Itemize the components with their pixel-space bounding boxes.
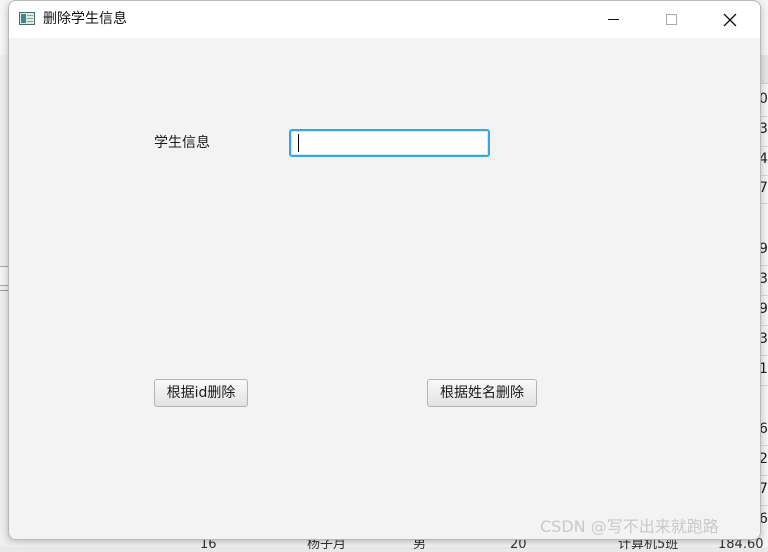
close-button[interactable] [701,1,759,38]
title-bar[interactable]: 删除学生信息 [9,1,760,38]
background-row-divider [760,445,768,446]
student-info-label: 学生信息 [154,135,210,151]
background-cell: 杨子月 [307,537,347,552]
background-row-divider [760,325,768,326]
background-row-divider [760,116,768,117]
background-row-divider [760,265,768,266]
dialog-content: 学生信息 根据id删除 根据姓名删除 [9,38,760,539]
background-row-divider [760,295,768,296]
background-row-divider [760,385,768,386]
maximize-button[interactable] [643,1,701,38]
background-cell: 16 [200,537,217,552]
delete-student-dialog: 删除学生信息 学生信息 根据id删除 根据姓名删除 [8,0,761,540]
background-cell: 20 [510,537,527,552]
watermark: CSDN @写不出来就跑路 [540,517,719,536]
background-row-divider [760,175,768,176]
background-row-divider [760,203,768,204]
background-cell: 184.60 [718,537,764,552]
app-icon [19,12,35,25]
delete-by-name-button[interactable]: 根据姓名删除 [427,379,537,407]
close-icon [723,13,737,27]
background-cell: 计算机5班 [618,537,679,552]
background-row-divider [760,475,768,476]
background-left-divider [0,290,8,299]
text-cursor [298,134,299,152]
window-title: 删除学生信息 [43,11,127,27]
background-cell: 男 [413,537,427,552]
minimize-button[interactable] [585,1,643,38]
background-row-divider [760,355,768,356]
background-row-divider [760,505,768,506]
delete-by-id-button[interactable]: 根据id删除 [154,379,248,407]
student-info-input[interactable] [289,129,490,157]
background-row-divider [760,146,768,147]
